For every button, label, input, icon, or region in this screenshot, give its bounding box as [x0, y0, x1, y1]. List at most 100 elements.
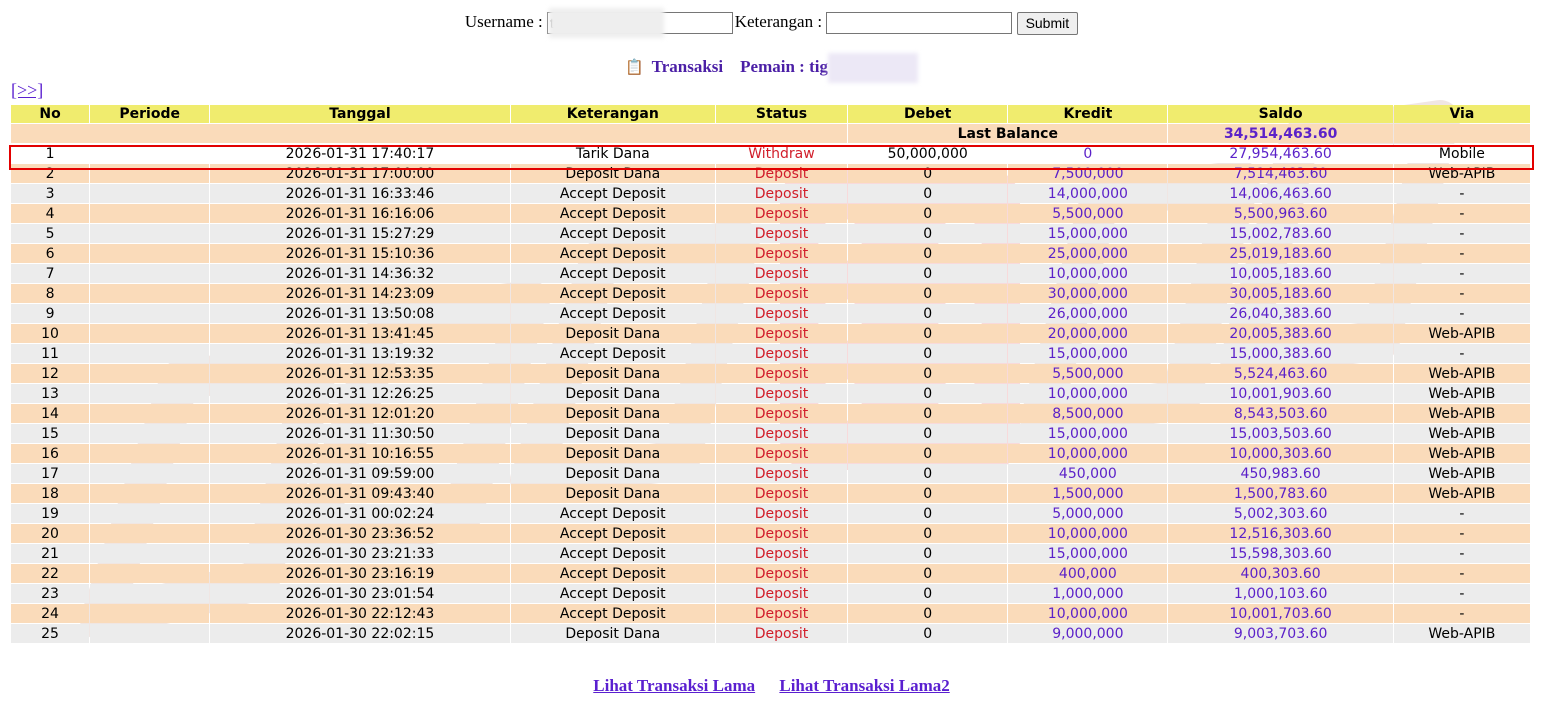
table-row: 4 2026-01-31 16:16:06 Accept Deposit Deposi… [11, 204, 1530, 223]
cell-saldo: 5,002,303.60 [1168, 504, 1393, 523]
cell-debet: 0 [848, 484, 1008, 503]
cell-kredit: 15,000,000 [1008, 344, 1168, 363]
cell-periode [90, 604, 210, 623]
cell-kredit: 400,000 [1008, 564, 1168, 583]
cell-keterangan: Deposit Dana [510, 404, 715, 423]
cell-debet: 0 [848, 384, 1008, 403]
table-row: 5 2026-01-31 15:27:29 Accept Deposit Deposi… [11, 224, 1530, 243]
table-row: 16 2026-01-31 10:16:55 Deposit Dana Deposit… [11, 444, 1530, 463]
cell-periode [90, 284, 210, 303]
table-row: 8 2026-01-31 14:23:09 Accept Deposit Deposi… [11, 284, 1530, 303]
redacted-username [549, 8, 665, 39]
cell-no: 7 [11, 264, 90, 283]
cell-kredit: 0 [1008, 144, 1168, 163]
submit-button[interactable]: Submit [1016, 11, 1079, 35]
cell-no: 19 [11, 504, 90, 523]
cell-keterangan: Deposit Dana [510, 424, 715, 443]
cell-keterangan: Accept Deposit [510, 244, 715, 263]
cell-no: 18 [11, 484, 90, 503]
cell-periode [90, 584, 210, 603]
cell-no: 15 [11, 424, 90, 443]
column-header-status: Status [715, 105, 848, 123]
cell-tanggal: 2026-01-31 14:36:32 [210, 264, 510, 283]
cell-status: Deposit [715, 564, 848, 583]
cell-kredit: 9,000,000 [1008, 624, 1168, 643]
cell-saldo: 12,516,303.60 [1168, 524, 1393, 543]
next-page-link[interactable]: [>>] [11, 80, 43, 101]
table-row: 15 2026-01-31 11:30:50 Deposit Dana Deposit… [11, 424, 1530, 443]
cell-status: Deposit [715, 404, 848, 423]
cell-kredit: 7,500,000 [1008, 164, 1168, 183]
cell-no: 9 [11, 304, 90, 323]
cell-via: - [1393, 604, 1530, 623]
table-row: 10 2026-01-31 13:41:45 Deposit Dana Deposit… [11, 324, 1530, 343]
last-balance-label: Last Balance [848, 124, 1168, 143]
lihat-transaksi-lama-link[interactable]: Lihat Transaksi Lama [593, 676, 755, 695]
cell-via: - [1393, 244, 1530, 263]
cell-via: - [1393, 204, 1530, 223]
keterangan-input[interactable] [826, 12, 1013, 35]
cell-periode [90, 324, 210, 343]
cell-saldo: 10,001,703.60 [1168, 604, 1393, 623]
cell-kredit: 5,000,000 [1008, 504, 1168, 523]
cell-kredit: 5,500,000 [1008, 364, 1168, 383]
cell-kredit: 1,000,000 [1008, 584, 1168, 603]
cell-periode [90, 504, 210, 523]
cell-keterangan: Deposit Dana [510, 164, 715, 183]
cell-status: Deposit [715, 204, 848, 223]
cell-saldo: 1,000,103.60 [1168, 584, 1393, 603]
cell-via: - [1393, 224, 1530, 243]
cell-tanggal: 2026-01-31 11:30:50 [210, 424, 510, 443]
cell-status: Deposit [715, 444, 848, 463]
cell-status: Deposit [715, 324, 848, 343]
cell-saldo: 25,019,183.60 [1168, 244, 1393, 263]
cell-no: 17 [11, 464, 90, 483]
cell-via: Web-APIB [1393, 404, 1530, 423]
cell-keterangan: Accept Deposit [510, 544, 715, 563]
cell-via: Web-APIB [1393, 484, 1530, 503]
cell-tanggal: 2026-01-31 15:27:29 [210, 224, 510, 243]
cell-status: Deposit [715, 164, 848, 183]
table-row: 6 2026-01-31 15:10:36 Accept Deposit Deposi… [11, 244, 1530, 263]
cell-periode [90, 164, 210, 183]
table-row: 19 2026-01-31 00:02:24 Accept Deposit Depos… [11, 504, 1530, 523]
table-header-row: No Periode Tanggal Keterangan Status Debet Kre… [11, 105, 1530, 123]
cell-saldo: 14,006,463.60 [1168, 184, 1393, 203]
transaction-table: No Periode Tanggal Keterangan Status Debet Kre… [10, 104, 1531, 644]
cell-tanggal: 2026-01-31 09:59:00 [210, 464, 510, 483]
table-row: 25 2026-01-30 22:02:15 Deposit Dana Deposit… [11, 624, 1530, 643]
cell-saldo: 10,001,903.60 [1168, 384, 1393, 403]
lihat-transaksi-lama2-link[interactable]: Lihat Transaksi Lama2 [779, 676, 949, 695]
cell-kredit: 10,000,000 [1008, 444, 1168, 463]
cell-periode [90, 304, 210, 323]
cell-keterangan: Accept Deposit [510, 564, 715, 583]
cell-via: Web-APIB [1393, 364, 1530, 383]
cell-no: 11 [11, 344, 90, 363]
cell-no: 5 [11, 224, 90, 243]
cell-kredit: 25,000,000 [1008, 244, 1168, 263]
cell-keterangan: Deposit Dana [510, 324, 715, 343]
cell-saldo: 10,000,303.60 [1168, 444, 1393, 463]
cell-status: Deposit [715, 604, 848, 623]
cell-status: Deposit [715, 264, 848, 283]
cell-tanggal: 2026-01-30 23:16:19 [210, 564, 510, 583]
cell-debet: 0 [848, 624, 1008, 643]
cell-periode [90, 204, 210, 223]
cell-tanggal: 2026-01-31 12:53:35 [210, 364, 510, 383]
column-header-saldo: Saldo [1168, 105, 1393, 123]
cell-saldo: 1,500,783.60 [1168, 484, 1393, 503]
cell-periode [90, 484, 210, 503]
cell-no: 22 [11, 564, 90, 583]
cell-tanggal: 2026-01-31 17:40:17 [210, 144, 510, 163]
cell-saldo: 20,005,383.60 [1168, 324, 1393, 343]
cell-tanggal: 2026-01-31 13:19:32 [210, 344, 510, 363]
cell-periode [90, 544, 210, 563]
cell-via: - [1393, 504, 1530, 523]
cell-debet: 0 [848, 424, 1008, 443]
cell-periode [90, 624, 210, 643]
cell-via: - [1393, 184, 1530, 203]
cell-keterangan: Accept Deposit [510, 584, 715, 603]
cell-keterangan: Accept Deposit [510, 264, 715, 283]
cell-debet: 0 [848, 464, 1008, 483]
cell-kredit: 26,000,000 [1008, 304, 1168, 323]
